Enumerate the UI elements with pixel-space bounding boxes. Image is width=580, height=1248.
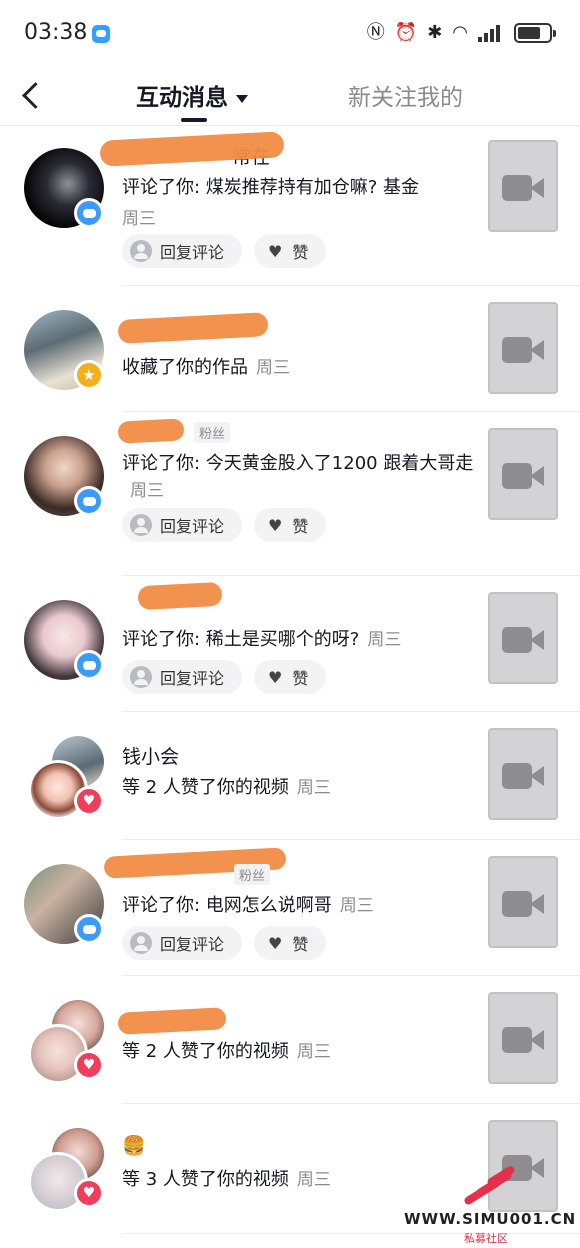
- status-icons: Ⓝ ⏰ ✱ ◠: [366, 22, 556, 44]
- user-name[interactable]: 钱小会: [122, 742, 179, 769]
- message-body: 评论了你: 今天黄金股入了1200 跟着大哥走: [122, 453, 474, 474]
- reply-label: 回复评论: [160, 935, 225, 954]
- message-text: 收藏了你的作品 周三: [122, 354, 474, 382]
- notification-item[interactable]: 粉丝 评论了你: 今天黄金股入了1200 跟着大哥走周三 回复评论 ♥ 赞: [0, 412, 580, 576]
- like-label: 赞: [292, 669, 309, 688]
- watermark-site: WWW.SIMU001.CN: [404, 1210, 577, 1228]
- notification-item[interactable]: 常在 评论了你: 煤炭推荐持有加仓嘛? 基金 周三 回复评论 ♥赞: [0, 126, 580, 286]
- fan-tag: 粉丝: [234, 864, 271, 885]
- message-text: 评论了你: 电网怎么说啊哥 周三: [122, 892, 474, 920]
- time-label: 周三: [296, 1170, 331, 1190]
- video-thumbnail[interactable]: [488, 302, 558, 394]
- like-label: 赞: [292, 517, 309, 536]
- reply-comment-button[interactable]: 回复评论: [122, 508, 242, 542]
- like-button[interactable]: ♥ 赞: [254, 508, 326, 542]
- like-label: 赞: [292, 935, 309, 954]
- message-body: 等 2 人赞了你的视频: [122, 777, 289, 798]
- notification-item[interactable]: ♥ 等 2 人赞了你的视频 周三: [0, 976, 580, 1104]
- notification-item[interactable]: 粉丝 评论了你: 电网怎么说啊哥 周三 回复评论 ♥ 赞: [0, 840, 580, 976]
- message-body: 评论了你: 煤炭推荐持有加仓嘛? 基金: [122, 177, 420, 198]
- video-thumbnail[interactable]: [488, 428, 558, 520]
- reply-comment-button[interactable]: 回复评论: [122, 660, 242, 694]
- star-icon: ★: [74, 360, 104, 390]
- reply-label: 回复评论: [160, 243, 225, 262]
- heart-icon: ♥: [268, 515, 283, 535]
- name-redaction: [137, 581, 223, 611]
- notification-item[interactable]: ♥ 钱小会 等 2 人赞了你的视频 周三: [0, 712, 580, 840]
- tab-interaction-messages[interactable]: 互动消息: [136, 78, 248, 112]
- comment-icon: [74, 914, 104, 944]
- notification-item[interactable]: 评论了你: 稀土是买哪个的呀? 周三 回复评论 ♥ 赞: [0, 576, 580, 712]
- header: 互动消息 新关注我的: [0, 70, 580, 126]
- name-redaction: [117, 312, 269, 344]
- message-text: 等 2 人赞了你的视频 周三: [122, 774, 474, 802]
- user-icon: [130, 514, 152, 536]
- reply-comment-button[interactable]: 回复评论: [122, 234, 242, 268]
- user-name[interactable]: 🍔: [122, 1134, 146, 1157]
- message-body: 收藏了你的作品: [122, 357, 248, 378]
- name-redaction: [117, 418, 185, 444]
- message-body: 等 3 人赞了你的视频: [122, 1169, 289, 1190]
- name-redaction: [117, 1007, 227, 1035]
- time-label: 周三: [339, 896, 374, 916]
- battery-icon: [514, 23, 556, 43]
- like-button[interactable]: ♥ 赞: [254, 926, 326, 960]
- comment-icon: [74, 650, 104, 680]
- message-text: 评论了你: 煤炭推荐持有加仓嘛? 基金: [122, 174, 474, 201]
- comment-icon: [74, 198, 104, 228]
- message-text: 评论了你: 稀土是买哪个的呀? 周三: [122, 626, 474, 654]
- user-icon: [130, 240, 152, 262]
- message-body: 评论了你: 电网怎么说啊哥: [122, 895, 332, 916]
- heart-icon: ♥: [268, 241, 283, 261]
- video-thumbnail[interactable]: [488, 856, 558, 948]
- active-tab-indicator: [181, 118, 207, 122]
- like-button[interactable]: ♥ 赞: [254, 660, 326, 694]
- heart-icon: ♥: [74, 1050, 104, 1080]
- alarm-icon: ⏰: [394, 22, 418, 43]
- heart-icon: ♥: [268, 667, 283, 687]
- video-thumbnail[interactable]: [488, 592, 558, 684]
- watermark-subtitle: 私募社区: [464, 1232, 508, 1245]
- bluetooth-icon: ✱: [427, 22, 443, 43]
- status-bar: 03:38 Ⓝ ⏰ ✱ ◠: [0, 0, 580, 70]
- fan-tag: 粉丝: [194, 422, 231, 443]
- heart-icon: ♥: [74, 1178, 104, 1208]
- heart-icon: ♥: [74, 786, 104, 816]
- comment-icon: [74, 486, 104, 516]
- status-time: 03:38: [24, 20, 88, 45]
- heart-icon: ♥: [268, 933, 283, 953]
- video-thumbnail[interactable]: [488, 140, 558, 232]
- time-label: 周三: [296, 778, 331, 798]
- time-label: 周三: [256, 358, 290, 378]
- reply-comment-button[interactable]: 回复评论: [122, 926, 242, 960]
- message-text: 等 2 人赞了你的视频 周三: [122, 1038, 474, 1066]
- time-label: 周三: [367, 630, 402, 650]
- reply-label: 回复评论: [160, 517, 225, 536]
- chevron-down-icon: [236, 94, 248, 103]
- user-icon: [130, 932, 152, 954]
- nfc-icon: Ⓝ: [366, 22, 385, 43]
- signal-icon: [478, 24, 504, 42]
- watermark-logo: [458, 1164, 520, 1206]
- like-label: 赞: [292, 243, 309, 262]
- watermark: WWW.SIMU001.CN 私募社区: [400, 1160, 580, 1248]
- tab-new-followers[interactable]: 新关注我的: [348, 78, 463, 112]
- wifi-icon: ◠: [452, 22, 468, 43]
- like-button[interactable]: ♥ 赞: [254, 234, 326, 268]
- message-notification-icon: [92, 25, 110, 43]
- reply-label: 回复评论: [160, 669, 225, 688]
- message-body: 等 2 人赞了你的视频: [122, 1041, 289, 1062]
- tab-label: 互动消息: [136, 85, 228, 111]
- message-text: 评论了你: 今天黄金股入了1200 跟着大哥走周三: [122, 450, 474, 505]
- time-label: 周三: [130, 481, 164, 501]
- video-thumbnail[interactable]: [488, 728, 558, 820]
- message-body: 评论了你: 稀土是买哪个的呀?: [122, 629, 360, 650]
- back-button[interactable]: [14, 76, 50, 116]
- time-label: 周三: [296, 1042, 331, 1062]
- time-label: 周三: [122, 209, 156, 229]
- user-icon: [130, 666, 152, 688]
- notification-list: 常在 评论了你: 煤炭推荐持有加仓嘛? 基金 周三 回复评论 ♥赞 ★ 收藏了你…: [0, 126, 580, 1234]
- video-thumbnail[interactable]: [488, 992, 558, 1084]
- notification-item[interactable]: ★ 收藏了你的作品 周三: [0, 286, 580, 412]
